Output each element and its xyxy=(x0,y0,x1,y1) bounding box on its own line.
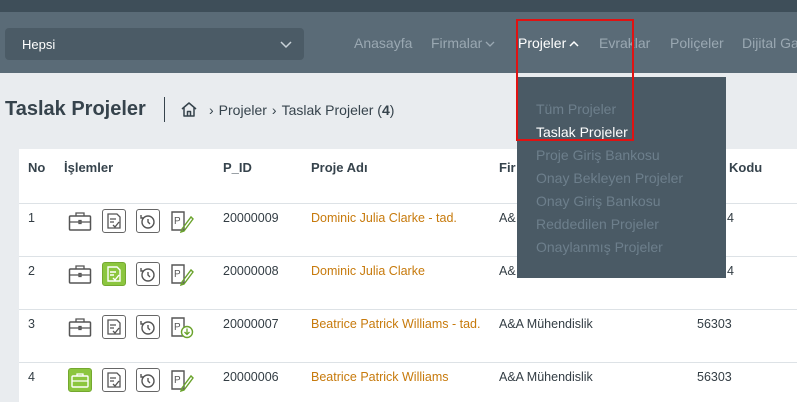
row-divider xyxy=(19,362,797,363)
breadcrumb-count: 4 xyxy=(381,101,390,118)
row-firm: A& xyxy=(499,211,516,225)
row-pid: 20000006 xyxy=(223,370,279,384)
row-firm: A& xyxy=(499,264,516,278)
row-code: 4 xyxy=(727,264,734,278)
row-code: 56303 xyxy=(697,370,732,384)
certificate-check-icon[interactable] xyxy=(102,368,126,392)
edit-project-icon[interactable]: P xyxy=(170,209,194,233)
col-header-actions: İşlemler xyxy=(64,160,114,175)
row-code: 56303 xyxy=(697,317,732,331)
svg-text:P: P xyxy=(174,269,181,280)
menu-item-onay-giris-bankosu[interactable]: Onay Giriş Bankosu xyxy=(536,193,661,209)
row-project-name-link[interactable]: Beatrice Patrick Williams - tad. xyxy=(311,317,481,332)
page-title: Taslak Projeler xyxy=(5,98,146,120)
svg-text:P: P xyxy=(174,322,181,333)
row-project-name-link[interactable]: Beatrice Patrick Williams xyxy=(311,370,481,385)
highlight-box xyxy=(516,19,634,141)
row-actions: P xyxy=(68,368,194,392)
history-icon[interactable] xyxy=(136,368,160,392)
briefcase-icon[interactable] xyxy=(68,262,92,286)
row-no: 2 xyxy=(28,264,35,278)
certificate-check-icon[interactable] xyxy=(102,209,126,233)
svg-text:P: P xyxy=(174,375,181,386)
history-icon[interactable] xyxy=(136,209,160,233)
row-no: 4 xyxy=(28,370,35,384)
nav-dijital[interactable]: Dijital Ga xyxy=(742,35,797,51)
row-no: 1 xyxy=(28,211,35,225)
nav-policeler[interactable]: Poliçeler xyxy=(670,35,724,51)
col-header-no: No xyxy=(28,160,46,175)
filter-select[interactable]: Hepsi xyxy=(5,28,304,60)
project-download-icon[interactable]: P xyxy=(170,315,194,339)
row-firm: A&A Mühendislik xyxy=(499,370,593,384)
row-actions: P xyxy=(68,209,194,233)
col-header-name: Proje Adı xyxy=(311,160,368,175)
history-icon[interactable] xyxy=(136,262,160,286)
menu-item-onay-bekleyen-projeler[interactable]: Onay Bekleyen Projeler xyxy=(536,170,683,186)
briefcase-icon[interactable] xyxy=(68,209,92,233)
col-header-firm: Fir xyxy=(499,160,516,175)
breadcrumb-current: Taslak Projeler (4) xyxy=(281,101,395,118)
nav-anasayfa[interactable]: Anasayfa xyxy=(354,35,412,51)
certificate-check-icon[interactable] xyxy=(102,315,126,339)
row-firm: A&A Mühendislik xyxy=(499,317,593,331)
title-separator xyxy=(164,97,165,122)
row-divider xyxy=(19,309,797,310)
chevron-down-icon xyxy=(280,41,292,49)
briefcase-icon[interactable] xyxy=(68,315,92,339)
row-code: 4 xyxy=(727,211,734,225)
row-no: 3 xyxy=(28,317,35,331)
certificate-check-icon[interactable] xyxy=(102,262,126,286)
home-icon[interactable] xyxy=(180,101,198,118)
svg-text:P: P xyxy=(174,216,181,227)
breadcrumb-separator: › xyxy=(271,101,277,118)
filter-select-value: Hepsi xyxy=(22,37,56,52)
row-project-name-link[interactable]: Dominic Julia Clarke xyxy=(311,264,481,279)
breadcrumb: › Projeler › Taslak Projeler (4) xyxy=(180,101,394,118)
col-header-pid: P_ID xyxy=(223,160,252,175)
menu-item-onaylanmis-projeler[interactable]: Onaylanmış Projeler xyxy=(536,239,663,255)
briefcase-icon[interactable] xyxy=(68,368,92,392)
edit-project-icon[interactable]: P xyxy=(170,368,194,392)
history-icon[interactable] xyxy=(136,315,160,339)
edit-project-icon[interactable]: P xyxy=(170,262,194,286)
menu-item-reddedilen-projeler[interactable]: Reddedilen Projeler xyxy=(536,216,659,232)
breadcrumb-projeler[interactable]: Projeler xyxy=(219,102,267,118)
row-actions: P xyxy=(68,315,194,339)
col-header-code: Kodu xyxy=(729,160,763,175)
top-strip xyxy=(0,0,797,12)
row-project-name-link[interactable]: Dominic Julia Clarke - tad. xyxy=(311,211,481,226)
row-pid: 20000009 xyxy=(223,211,279,225)
row-pid: 20000008 xyxy=(223,264,279,278)
chevron-down-icon xyxy=(485,41,495,48)
breadcrumb-separator: › xyxy=(209,101,214,118)
row-pid: 20000007 xyxy=(223,317,279,331)
nav-firmalar[interactable]: Firmalar xyxy=(431,35,495,51)
menu-item-proje-giris-bankosu[interactable]: Proje Giriş Bankosu xyxy=(536,147,660,163)
row-actions: P xyxy=(68,262,194,286)
